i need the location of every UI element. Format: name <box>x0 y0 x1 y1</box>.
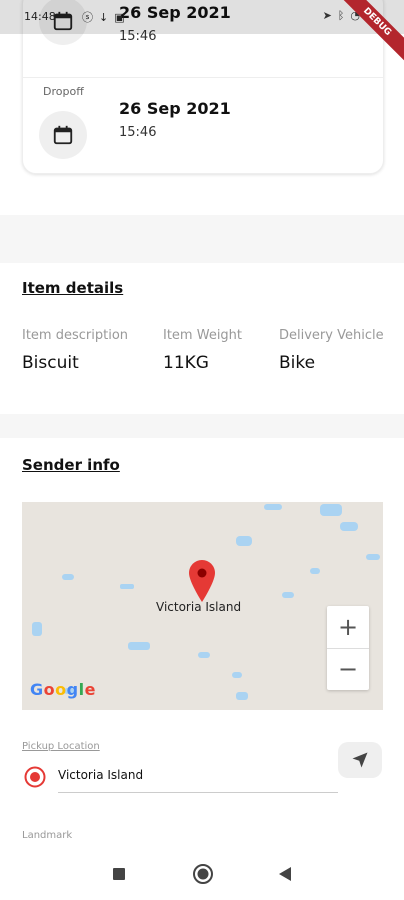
delivery-vehicle: Delivery Vehicle Bike <box>279 328 384 373</box>
zoom-out-button[interactable]: − <box>327 648 369 690</box>
delivery-vehicle-label: Delivery Vehicle <box>279 328 384 343</box>
pickup-location-underline <box>58 792 338 793</box>
dropoff-label: Dropoff <box>43 85 84 98</box>
zoom-controls: + − <box>327 606 369 690</box>
dropoff-time: 15:46 <box>119 125 157 140</box>
calendar-icon <box>53 125 73 145</box>
item-weight: Item Weight 11KG <box>163 328 242 373</box>
dropoff-date: 26 Sep 2021 <box>119 99 231 118</box>
item-weight-label: Item Weight <box>163 328 243 343</box>
item-details-title: Item details <box>22 279 124 297</box>
s-icon: ⓢ <box>82 11 99 24</box>
status-bar: 14:48 ⓢ↓▣ ➤ᛒ◔ <box>0 0 404 34</box>
zoom-in-button[interactable]: + <box>327 606 369 649</box>
bluetooth-icon: ᛒ <box>337 9 351 22</box>
map-pin-icon[interactable] <box>189 560 215 602</box>
briefcase-icon: ▣ <box>114 11 131 24</box>
status-icons-left: ⓢ↓▣ <box>82 9 131 25</box>
google-logo-letter: o <box>55 680 67 699</box>
home-button[interactable] <box>193 864 213 884</box>
current-location-button[interactable] <box>338 742 382 778</box>
recents-button[interactable] <box>113 868 125 880</box>
status-time: 14:48 <box>24 10 56 23</box>
map-place-label: Victoria Island <box>156 600 242 614</box>
location-icon: ➤ <box>322 9 338 22</box>
download-icon: ↓ <box>99 11 115 24</box>
google-logo-letter: g <box>66 680 79 699</box>
section-divider <box>0 414 404 438</box>
delivery-vehicle-value: Bike <box>279 353 316 373</box>
google-logo-letter: o <box>43 680 56 699</box>
landmark-label: Landmark <box>22 830 73 841</box>
section-divider <box>0 215 404 263</box>
item-description-label: Item description <box>22 328 129 343</box>
item-description-value: Biscuit <box>22 353 79 373</box>
back-button[interactable] <box>278 866 292 882</box>
google-logo: Google <box>30 680 96 699</box>
dropoff-row[interactable]: Dropoff 26 Sep 2021 15:46 <box>23 77 383 163</box>
item-weight-value: 11KG <box>163 353 209 373</box>
item-description: Item description Biscuit <box>22 328 128 373</box>
pickup-location-label: Pickup Location <box>22 741 100 752</box>
radio-selected-icon[interactable] <box>24 766 46 788</box>
dropoff-calendar-button[interactable] <box>39 111 87 159</box>
navigation-arrow-icon <box>352 752 368 768</box>
sender-info-title: Sender info <box>22 456 120 474</box>
system-nav-bar <box>0 850 404 900</box>
google-logo-letter: G <box>30 680 44 699</box>
map-view[interactable]: Victoria Island + − Google <box>22 502 383 710</box>
pickup-location-input[interactable]: Victoria Island <box>58 768 143 782</box>
google-logo-letter: e <box>84 680 96 699</box>
